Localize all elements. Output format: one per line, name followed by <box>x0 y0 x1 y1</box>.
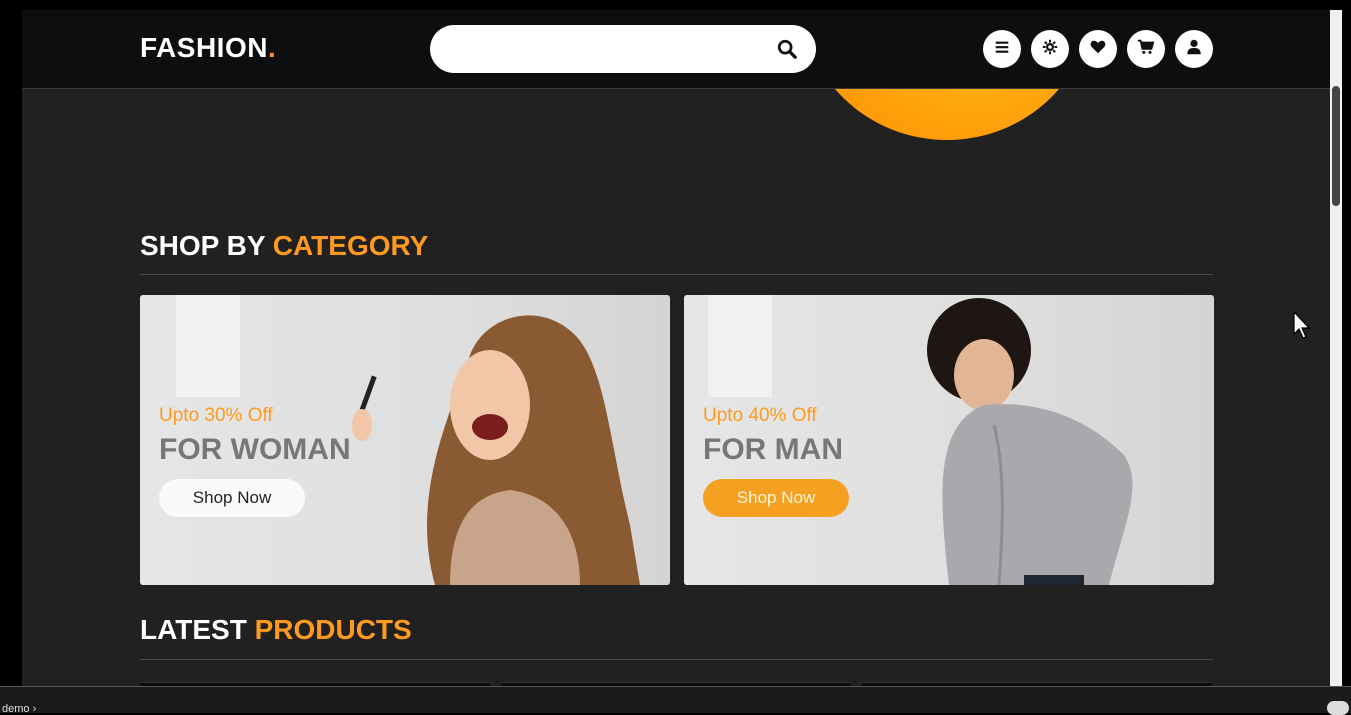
cart-button[interactable] <box>1127 30 1165 68</box>
wishlist-button[interactable] <box>1079 30 1117 68</box>
man-shop-now-button[interactable]: Shop Now <box>703 479 849 517</box>
latest-title-main: LATEST <box>140 614 255 645</box>
woman-model-image <box>352 315 640 585</box>
header-icon-group <box>983 30 1213 68</box>
background-panel <box>708 295 772 397</box>
menu-icon <box>993 38 1011 61</box>
woman-offer-text: Upto 30% Off <box>159 405 273 426</box>
cart-icon <box>1137 38 1155 61</box>
bottom-crumb-label: demo <box>2 703 30 715</box>
man-offer-text: Upto 40% Off <box>703 405 817 426</box>
account-button[interactable] <box>1175 30 1213 68</box>
latest-title-accent: PRODUCTS <box>254 614 412 645</box>
latest-divider <box>140 659 1213 660</box>
scrollbar-thumb[interactable] <box>1332 86 1340 206</box>
category-card-woman[interactable]: Upto 30% Off FOR WOMAN Shop Now <box>140 295 670 585</box>
man-model-image <box>927 298 1133 585</box>
category-card-man[interactable]: Upto 40% Off FOR MAN Shop Now <box>684 295 1214 585</box>
brand-dot: . <box>267 32 277 63</box>
search-icon[interactable] <box>776 38 798 60</box>
video-bottom-bar: demo › <box>0 686 1351 715</box>
woman-shop-now-button[interactable]: Shop Now <box>159 479 305 517</box>
category-section-title: SHOP BY CATEGORY <box>140 230 428 262</box>
theme-button[interactable] <box>1031 30 1069 68</box>
brand-logo[interactable]: FASHION. <box>140 32 276 64</box>
user-icon <box>1185 38 1203 61</box>
site-header: FASHION. <box>22 10 1330 89</box>
man-heading: FOR MAN <box>703 433 843 466</box>
brand-name: FASHION <box>140 32 268 63</box>
play-toggle-icon[interactable] <box>1327 701 1349 715</box>
category-title-main: SHOP BY <box>140 230 273 261</box>
mouse-cursor-icon <box>1293 310 1311 339</box>
bottom-crumb[interactable]: demo › <box>2 703 36 715</box>
chevron-right-icon: › <box>32 703 37 715</box>
category-title-accent: CATEGORY <box>272 230 429 261</box>
woman-heading: FOR WOMAN <box>159 433 351 466</box>
page: FASHION. SHOP BY CATEGORY Upto 30% Off F… <box>22 10 1330 690</box>
background-panel <box>176 295 240 397</box>
category-divider <box>140 274 1213 275</box>
heart-icon <box>1089 38 1107 61</box>
menu-button[interactable] <box>983 30 1021 68</box>
page-scrollbar[interactable] <box>1330 10 1342 690</box>
latest-section-title: LATEST PRODUCTS <box>140 614 412 646</box>
gear-icon <box>1041 38 1059 61</box>
search-bar[interactable] <box>430 25 816 73</box>
